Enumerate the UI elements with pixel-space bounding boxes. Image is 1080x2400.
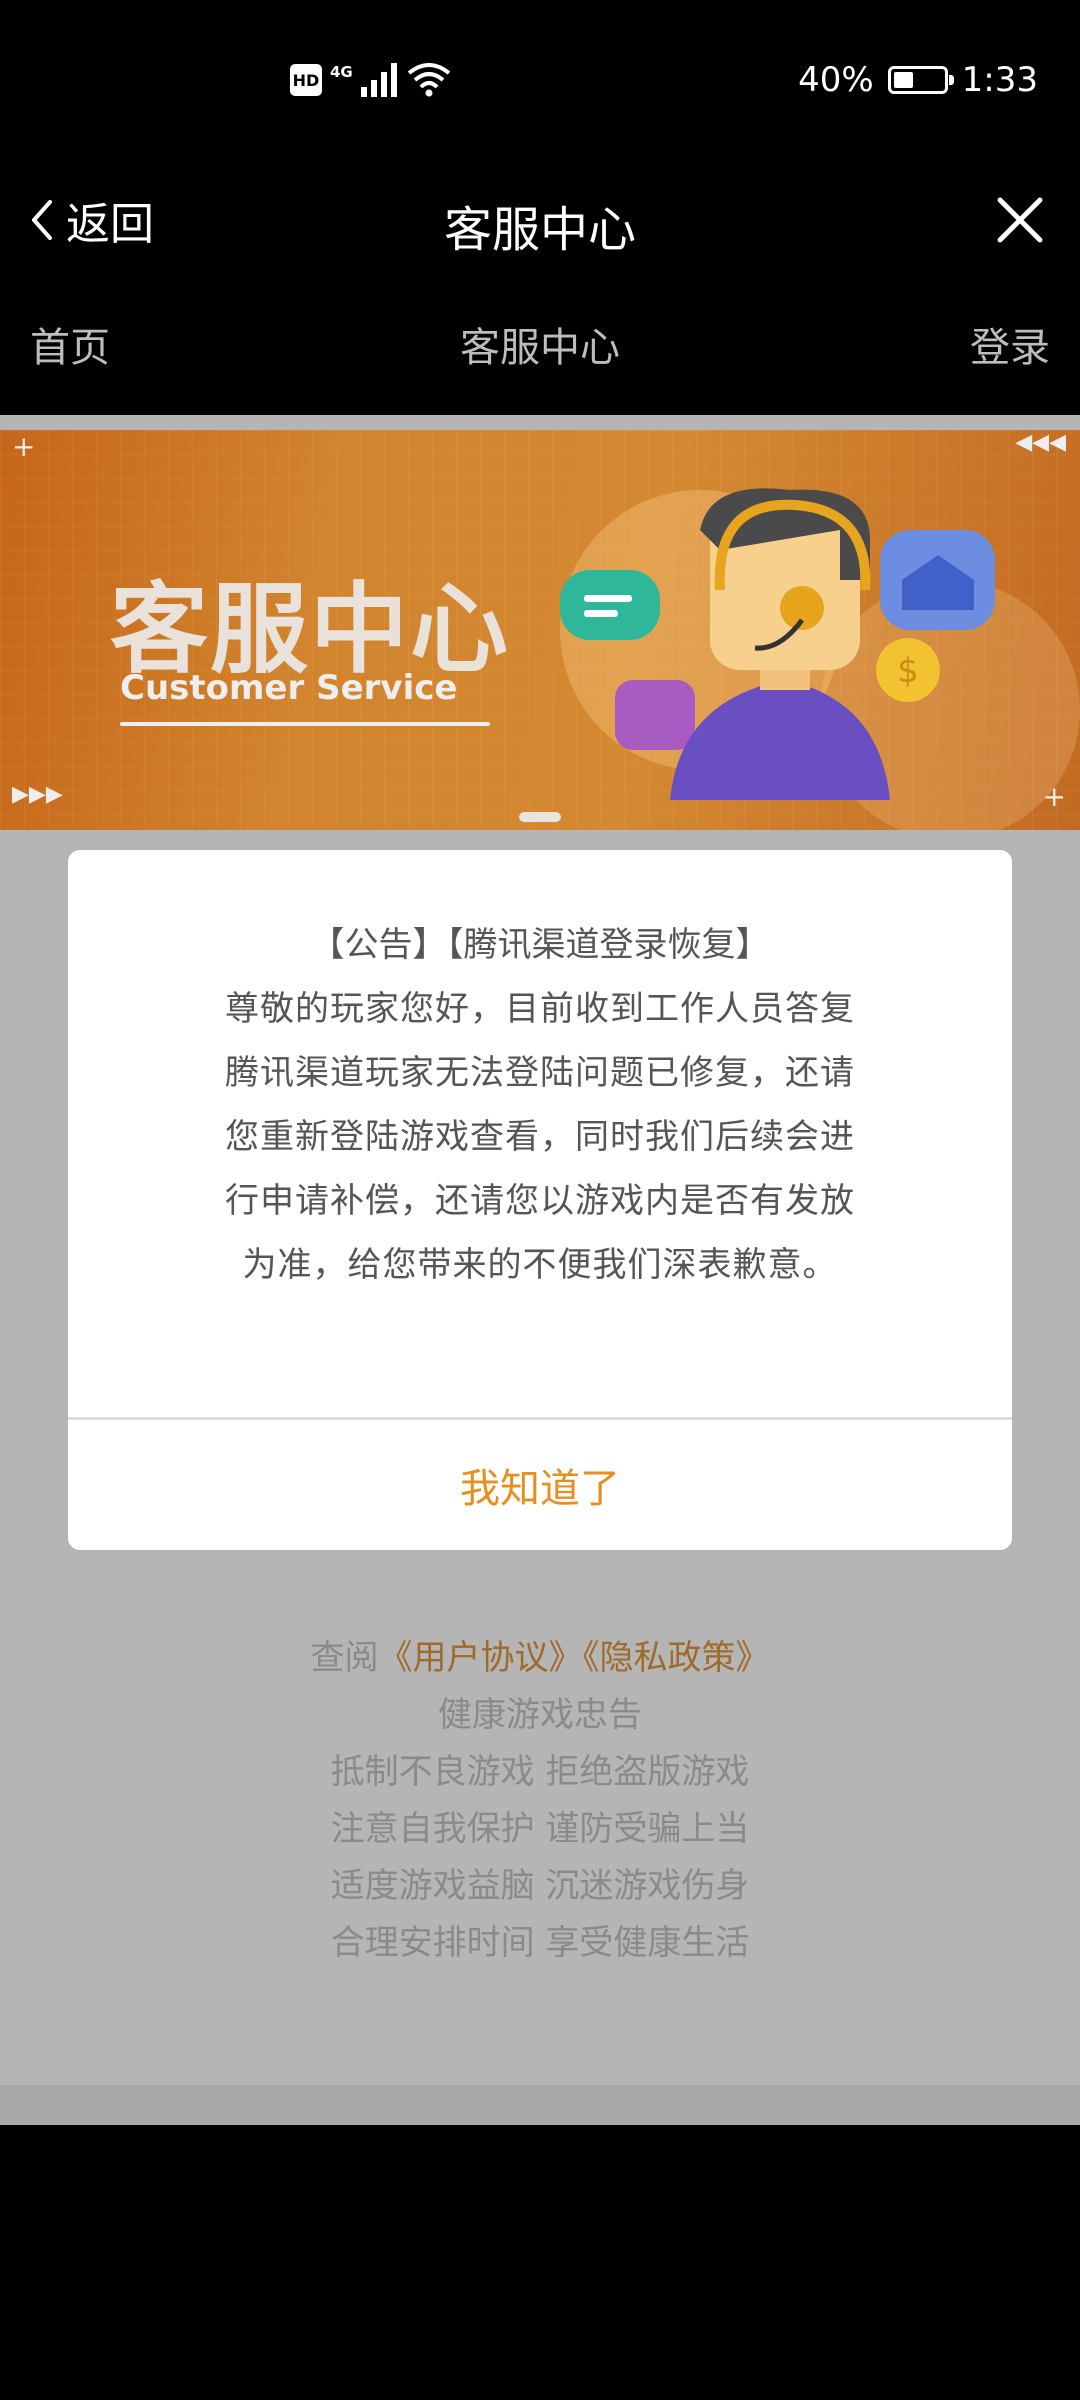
health-line: 适度游戏益脑 沉迷游戏伤身 (330, 1866, 750, 1906)
status-icons: HD 4G (290, 60, 451, 100)
user-agreement-link[interactable]: 《用户协议》 (379, 1638, 583, 1678)
footer: 查阅《用户协议》《隐私政策》 健康游戏忠告 抵制不良游戏 拒绝盗版游戏 注意自我… (0, 1630, 1080, 1972)
arrows-right-icon: ▶▶▶ (12, 782, 63, 807)
clock: 1:33 (961, 60, 1038, 100)
banner-underline (120, 722, 490, 726)
network-type: 4G (330, 63, 353, 81)
arrows-left-icon: ◀◀◀ (1015, 430, 1066, 455)
title-bar: 返回 客服中心 (0, 160, 1080, 280)
hd-badge: HD (290, 64, 322, 96)
page-title: 客服中心 (443, 202, 636, 258)
privacy-policy-link[interactable]: 《隐私政策》 (583, 1638, 770, 1678)
announcement-dialog: 【公告】【腾讯渠道登录恢复】 尊敬的玩家您好，目前收到工作人员答复腾讯渠道玩家无… (68, 850, 1012, 1550)
acknowledge-button[interactable]: 我知道了 (68, 1420, 1012, 1550)
signal-icon (360, 63, 397, 97)
banner-subtitle: Customer Service (120, 668, 458, 708)
banner[interactable]: + ◀◀◀ ▶▶▶ + 客服中心 Customer Service $ (0, 430, 1080, 830)
wifi-icon (407, 63, 450, 97)
status-right: 40% 1:33 (798, 58, 1038, 102)
nav-login-link[interactable]: 登录 (970, 315, 1050, 373)
plus-icon: + (1042, 780, 1066, 813)
dialog-message: 尊敬的玩家您好，目前收到工作人员答复腾讯渠道玩家无法登陆问题已修复，还请您重新登… (225, 989, 855, 1285)
status-bar: HD 4G 40% 1:33 (0, 0, 1080, 160)
battery-fill (893, 72, 913, 88)
health-title: 健康游戏忠告 (438, 1695, 642, 1735)
close-icon[interactable] (990, 190, 1050, 250)
carousel-indicator (519, 812, 561, 822)
dialog-body: 【公告】【腾讯渠道登录恢复】 尊敬的玩家您好，目前收到工作人员答复腾讯渠道玩家无… (68, 850, 1012, 1415)
view-prefix: 查阅 (310, 1638, 379, 1678)
health-line: 注意自我保护 谨防受骗上当 (330, 1809, 750, 1849)
nav-bar: 首页 客服中心 登录 (0, 280, 1080, 415)
dialog-heading: 【公告】【腾讯渠道登录恢复】 (310, 925, 770, 965)
health-line: 抵制不良游戏 拒绝盗版游戏 (330, 1752, 750, 1792)
battery-percent: 40% (798, 60, 874, 100)
customer-service-agent-icon: $ (560, 488, 995, 800)
health-line: 合理安排时间 享受健康生活 (330, 1923, 750, 1963)
plus-icon: + (12, 430, 36, 463)
agreements-line: 查阅《用户协议》《隐私政策》 (0, 1630, 1080, 1687)
footer-divider (0, 2085, 1080, 2125)
nav-center-title: 客服中心 (460, 325, 620, 371)
svg-text:$: $ (897, 651, 919, 691)
battery-icon (887, 66, 954, 94)
